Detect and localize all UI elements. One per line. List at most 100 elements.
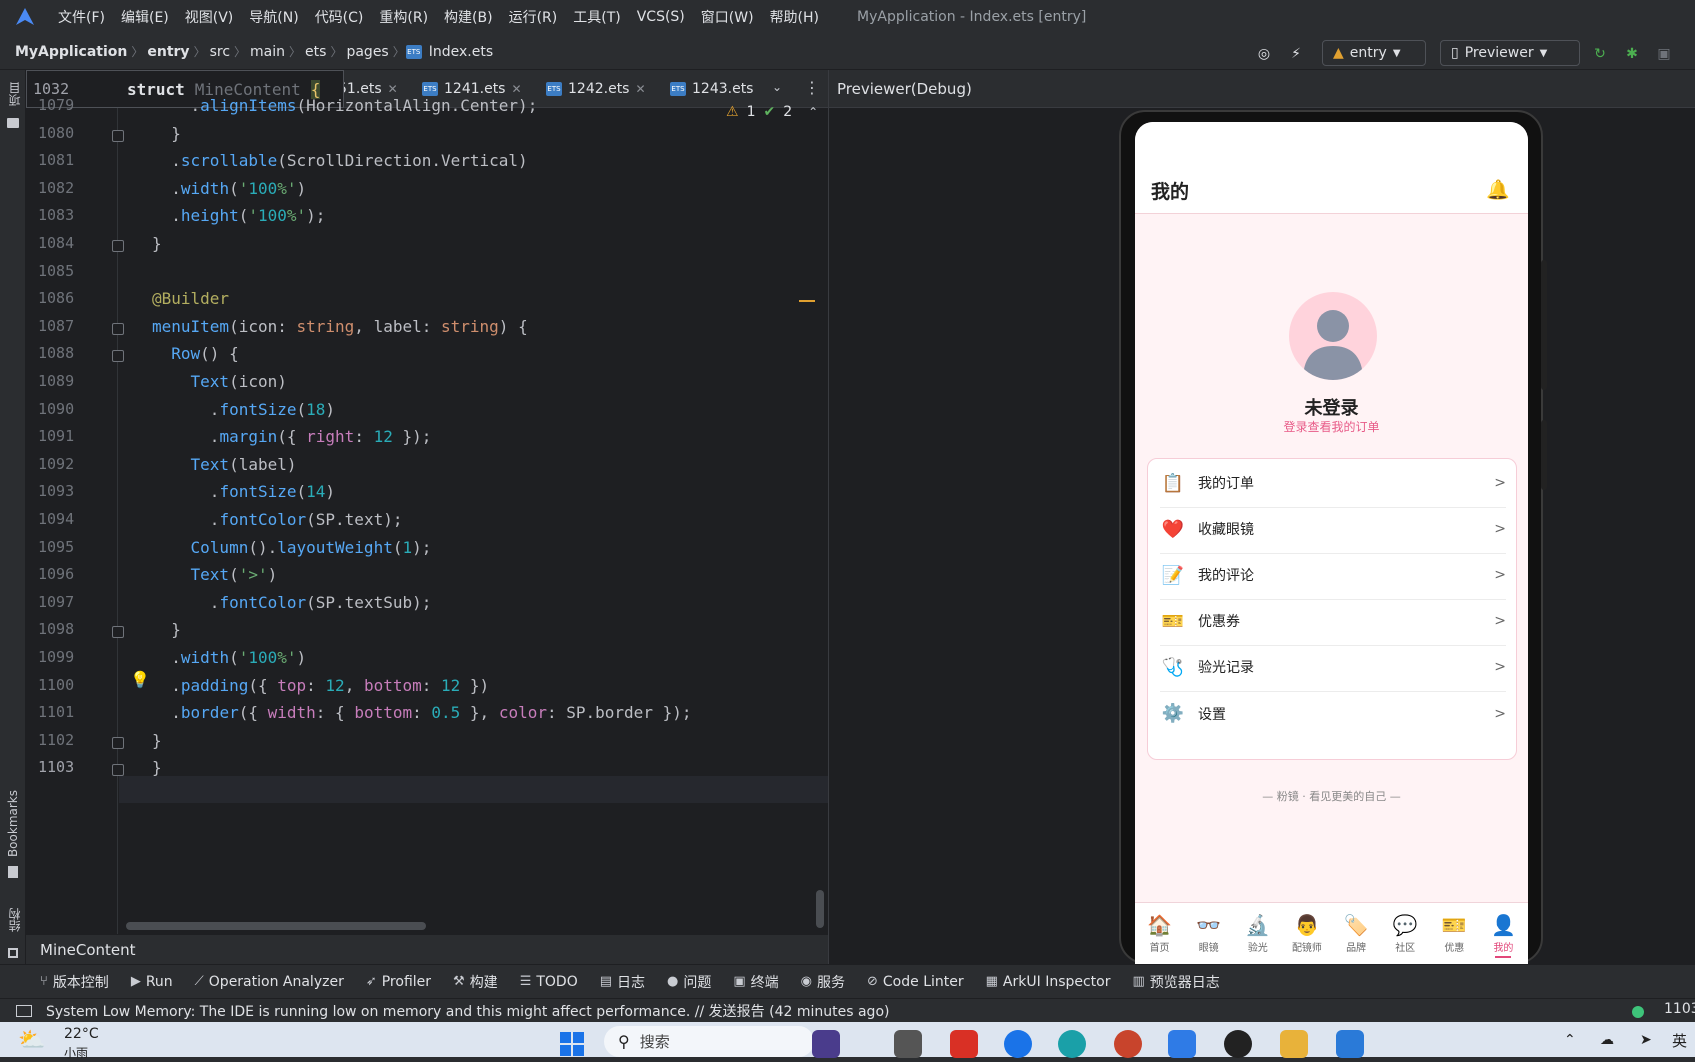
code-line[interactable]: .alignItems(HorizontalAlign.Center);	[152, 96, 538, 115]
edge-icon[interactable]	[1058, 1030, 1086, 1058]
vscode-icon[interactable]	[1336, 1030, 1364, 1058]
app-tab-item[interactable]: 👤 我的	[1479, 903, 1528, 964]
menu-window[interactable]: 窗口(W)	[693, 7, 762, 27]
code-line[interactable]: }	[152, 758, 162, 777]
breadcrumb-pages[interactable]: pages	[343, 44, 391, 60]
ime-indicator[interactable]: 英	[1672, 1030, 1687, 1051]
code-line[interactable]: }	[152, 620, 181, 639]
lightbulb-icon[interactable]: 💡	[130, 670, 150, 689]
breadcrumb-ets[interactable]: ets	[302, 44, 329, 60]
bookmarks-tool-button[interactable]: Bookmarks	[6, 790, 20, 857]
structure-tool-button[interactable]: 结构	[6, 908, 23, 932]
breadcrumb-file[interactable]: Index.ets	[426, 44, 496, 60]
menu-build[interactable]: 构建(B)	[436, 7, 501, 27]
close-icon[interactable]: ✕	[511, 82, 521, 96]
menu-vcs[interactable]: VCS(S)	[629, 9, 693, 25]
tool-window-log[interactable]: ▤ 日志	[600, 972, 645, 992]
close-icon[interactable]: ✕	[635, 82, 645, 96]
menu-edit[interactable]: 编辑(E)	[113, 7, 177, 27]
menu-run[interactable]: 运行(R)	[501, 7, 566, 27]
task-view-icon[interactable]	[894, 1030, 922, 1058]
menu-file[interactable]: 文件(F)	[50, 7, 113, 27]
powerpoint-icon[interactable]	[1114, 1030, 1142, 1058]
send-icon[interactable]: ➤	[1640, 1032, 1652, 1048]
code-line[interactable]: .fontSize(14)	[152, 482, 335, 501]
status-panel-icon[interactable]	[16, 1004, 32, 1017]
code-line[interactable]: .padding({ top: 12, bottom: 12 })	[152, 676, 489, 695]
code-line[interactable]: .border({ width: { bottom: 0.5 }, color:…	[152, 703, 691, 722]
taskbar-search[interactable]: ⚲ 搜索	[604, 1026, 814, 1057]
fold-marker-icon[interactable]	[112, 350, 124, 363]
code-line[interactable]: Text(icon)	[152, 372, 287, 391]
warning-stripe[interactable]	[799, 300, 815, 302]
tool-window-list[interactable]: ☰ TODO	[520, 974, 578, 990]
breadcrumb-module[interactable]: entry	[144, 44, 192, 60]
code-line[interactable]: .fontColor(SP.textSub);	[152, 593, 432, 612]
fold-marker-icon[interactable]	[112, 129, 124, 142]
app-tab-item[interactable]: 🔬 验光	[1233, 903, 1282, 964]
tool-window-info[interactable]: ● 问题	[667, 972, 711, 992]
code-line[interactable]: .scrollable(ScrollDirection.Vertical)	[152, 151, 527, 170]
code-line[interactable]: }	[152, 234, 162, 253]
code-line[interactable]: menuItem(icon: string, label: string) {	[152, 317, 528, 336]
cloud-icon[interactable]: ☁	[1600, 1032, 1614, 1048]
tool-window-profiler[interactable]: ➶ Profiler	[366, 974, 431, 990]
menu-code[interactable]: 代码(C)	[307, 7, 372, 27]
app-tab-item[interactable]: 👨 配镜师	[1282, 903, 1331, 964]
status-line-col[interactable]: 1103	[1664, 1001, 1695, 1017]
breadcrumb-main[interactable]: main	[247, 44, 288, 60]
code-line[interactable]: Row() {	[152, 344, 238, 363]
fold-marker-icon[interactable]	[112, 736, 124, 749]
inspection-widget[interactable]: ⚠1 ✔2 ⌃ ⌄	[726, 104, 836, 120]
vertical-scrollbar[interactable]	[816, 890, 824, 928]
close-icon[interactable]: ✕	[388, 82, 398, 96]
debug-icon[interactable]: ✱	[1622, 44, 1642, 64]
code-line[interactable]: .width('100%')	[152, 648, 306, 667]
structure-breadcrumb[interactable]: MineContent	[26, 934, 828, 964]
more-vertical-icon[interactable]: ⋮	[804, 78, 820, 97]
tool-window-inspector[interactable]: ▦ ArkUI Inspector	[986, 974, 1111, 990]
fold-marker-icon[interactable]	[112, 240, 124, 252]
status-message[interactable]: System Low Memory: The IDE is running lo…	[46, 1001, 889, 1021]
menu-refactor[interactable]: 重构(R)	[371, 7, 436, 27]
code-line[interactable]: Column().layoutWeight(1);	[152, 538, 432, 557]
menu-item-row[interactable]: 📋 我的订单 >	[1160, 459, 1506, 508]
code-line[interactable]: @Builder	[152, 289, 229, 308]
windows-start-icon[interactable]	[558, 1030, 586, 1058]
device-select[interactable]: ▯ Previewer ▼	[1440, 40, 1580, 66]
run-config-select[interactable]: ▲ entry ▼	[1322, 40, 1426, 66]
app-tab-item[interactable]: 👓 眼镜	[1184, 903, 1233, 964]
attach-icon[interactable]: ▣	[1654, 44, 1674, 64]
tool-window-run[interactable]: ▶ Run	[131, 974, 173, 990]
bell-icon[interactable]: 🔔	[1486, 178, 1510, 201]
plug-icon[interactable]: ⚡	[1286, 44, 1306, 64]
code-line[interactable]: .margin({ right: 12 });	[152, 427, 432, 446]
fold-marker-icon[interactable]	[112, 322, 124, 335]
horizontal-scrollbar[interactable]	[126, 922, 426, 930]
project-tool-button[interactable]: 项目	[6, 82, 23, 106]
code-line[interactable]: .height('100%');	[152, 206, 325, 225]
thunder-icon[interactable]	[1004, 1030, 1032, 1058]
tool-window-service[interactable]: ◉ 服务	[801, 972, 845, 992]
menu-view[interactable]: 视图(V)	[177, 7, 242, 27]
app-tab-item[interactable]: 🎫 优惠	[1430, 903, 1479, 964]
fold-marker-icon[interactable]	[112, 626, 124, 639]
wps-icon[interactable]	[950, 1030, 978, 1058]
tool-window-chart[interactable]: ⟋ Operation Analyzer	[195, 974, 344, 990]
menu-item-row[interactable]: 📝 我的评论 >	[1160, 551, 1506, 600]
target-icon[interactable]: ◎	[1254, 44, 1274, 64]
file-explorer-icon[interactable]	[1280, 1030, 1308, 1058]
chevron-up-icon[interactable]: ⌃	[1564, 1032, 1576, 1048]
rerun-icon[interactable]: ↻	[1590, 44, 1610, 64]
breadcrumb-src[interactable]: src	[207, 44, 233, 60]
code-line[interactable]: }	[152, 124, 181, 143]
code-line[interactable]: Text(label)	[152, 455, 297, 474]
breadcrumb-project[interactable]: MyApplication	[12, 44, 130, 60]
app-tab-item[interactable]: 🏷️ 品牌	[1332, 903, 1381, 964]
login-hint[interactable]: 登录查看我的订单	[1135, 418, 1528, 435]
tool-window-terminal[interactable]: ▣ 终端	[733, 972, 778, 992]
tool-window-linter[interactable]: ⊘ Code Linter	[867, 974, 964, 990]
chevron-down-icon[interactable]: ⌄	[772, 80, 782, 94]
code-line[interactable]: .fontSize(18)	[152, 400, 335, 419]
avatar[interactable]	[1289, 292, 1377, 380]
